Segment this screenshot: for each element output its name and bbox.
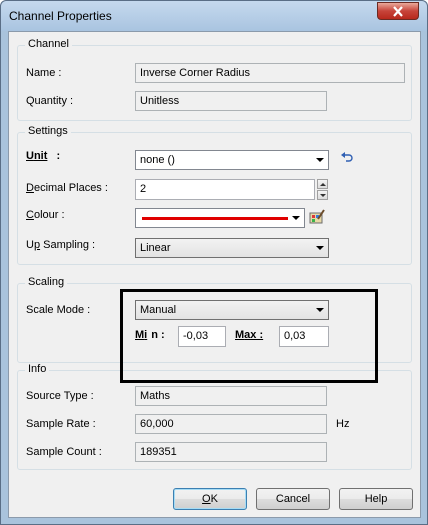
title-bar[interactable]: Channel Properties: [1, 1, 427, 31]
unit-label: Unit :: [26, 150, 61, 162]
sample-count-label: Sample Count :: [26, 446, 102, 458]
annotation-highlight-box: [120, 289, 378, 383]
help-button[interactable]: Help: [339, 488, 413, 510]
close-icon: [393, 6, 403, 17]
decimal-places-stepper[interactable]: [317, 179, 328, 200]
decimal-places-input[interactable]: 2: [135, 179, 315, 200]
up-sampling-dropdown[interactable]: Linear: [135, 238, 329, 258]
undo-arrow-icon[interactable]: [340, 152, 354, 167]
scaling-group-label: Scaling: [25, 276, 68, 288]
window-title: Channel Properties: [9, 9, 112, 23]
channel-group: Channel Name : Inverse Corner Radius Qua…: [17, 38, 412, 121]
colour-swatch: [142, 217, 288, 220]
sample-rate-field[interactable]: 60,000: [135, 414, 327, 434]
unit-dropdown[interactable]: none (): [135, 150, 329, 170]
settings-group: Settings Unit : none () Decimal Places :…: [17, 125, 412, 265]
sample-rate-label: Sample Rate :: [26, 418, 96, 430]
info-group-label: Info: [25, 363, 50, 375]
arrow-down-icon: [320, 194, 326, 197]
decimal-places-label: Decimal Places :: [26, 182, 108, 194]
arrow-up-icon: [320, 183, 326, 186]
chevron-down-icon: [316, 246, 324, 250]
sample-rate-unit: Hz: [336, 418, 350, 430]
quantity-label: Quantity :: [26, 95, 74, 107]
source-type-label: Source Type :: [26, 390, 94, 402]
name-field[interactable]: Inverse Corner Radius: [135, 63, 405, 83]
colour-dropdown[interactable]: [135, 208, 305, 228]
channel-group-label: Channel: [25, 38, 72, 50]
dialog-body: Channel Name : Inverse Corner Radius Qua…: [8, 31, 421, 518]
source-type-field[interactable]: Maths: [135, 386, 327, 406]
settings-group-label: Settings: [25, 125, 71, 137]
colour-label: Colour :: [26, 209, 65, 221]
sample-count-field[interactable]: 189351: [135, 442, 327, 462]
stepper-down-button[interactable]: [317, 190, 328, 200]
scale-mode-label: Scale Mode :: [26, 304, 91, 316]
channel-properties-window: Channel Properties Channel Name : Invers…: [0, 0, 428, 525]
name-label: Name :: [26, 67, 62, 79]
up-sampling-label: Up Sampling :: [26, 239, 96, 251]
close-button[interactable]: [377, 2, 419, 20]
unit-dropdown-value: none (): [140, 154, 175, 166]
quantity-field[interactable]: Unitless: [135, 91, 327, 111]
info-group: Info Source Type : Maths Sample Rate : 6…: [17, 363, 412, 470]
palette-icon[interactable]: [309, 209, 325, 228]
ok-button[interactable]: OK: [173, 488, 247, 510]
chevron-down-icon: [316, 158, 324, 162]
cancel-button[interactable]: Cancel: [256, 488, 330, 510]
chevron-down-icon: [292, 216, 300, 220]
up-sampling-dropdown-value: Linear: [140, 242, 171, 254]
stepper-up-button[interactable]: [317, 179, 328, 189]
